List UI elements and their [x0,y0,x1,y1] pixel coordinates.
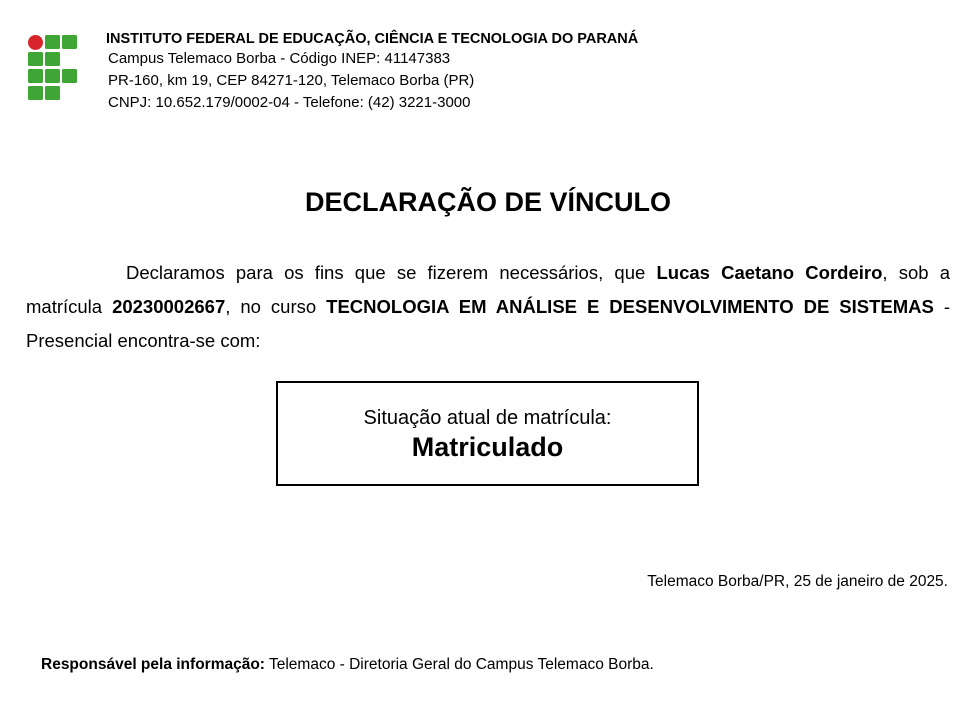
responsible-label: Responsável pela informação: [41,656,265,673]
logo-green-square [45,69,60,83]
logo-green-square [62,69,77,83]
logo-green-square [45,35,60,49]
responsible-text: Telemaco - Diretoria Geral do Campus Tel… [264,656,654,673]
logo-green-square [28,69,43,83]
enrollment-status-box: Situação atual de matrícula: Matriculado [276,381,699,486]
logo-green-square [62,35,77,49]
student-name: Lucas Caetano Cordeiro [656,262,883,283]
course-name: TECNOLOGIA EM ANÁLISE E DESENVOLVIMENTO … [326,296,934,317]
logo-green-square [45,86,60,100]
cnpj-phone-info: CNPJ: 10.652.179/0002-04 - Telefone: (42… [108,94,471,111]
institution-name: INSTITUTO FEDERAL DE EDUCAÇÃO, CIÊNCIA E… [106,31,639,47]
status-value: Matriculado [411,432,564,462]
declaration-text: Declaramos para os fins que se fizerem n… [126,262,657,283]
institution-header: INSTITUTO FEDERAL DE EDUCAÇÃO, CIÊNCIA E… [106,30,806,114]
declaration-paragraph: Declaramos para os fins que se fizerem n… [26,256,950,358]
address-info: PR-160, km 19, CEP 84271-120, Telemaco B… [108,72,475,89]
place-date: Telemaco Borba/PR, 25 de janeiro de 2025… [647,573,948,590]
declaration-text: , no curso [225,296,327,317]
campus-info: Campus Telemaco Borba - Código INEP: 411… [108,50,451,67]
document-title: DECLARAÇÃO DE VÍNCULO [304,187,671,217]
logo-green-square [28,86,43,100]
ifpr-logo-icon [28,35,77,100]
responsible-info: Responsável pela informação: Telemaco - … [41,655,654,675]
logo-green-square [45,52,60,66]
logo-green-square [28,52,43,66]
registration-number: 20230002667 [112,296,226,317]
status-label: Situação atual de matrícula: [363,407,612,429]
logo-red-dot [28,35,43,50]
